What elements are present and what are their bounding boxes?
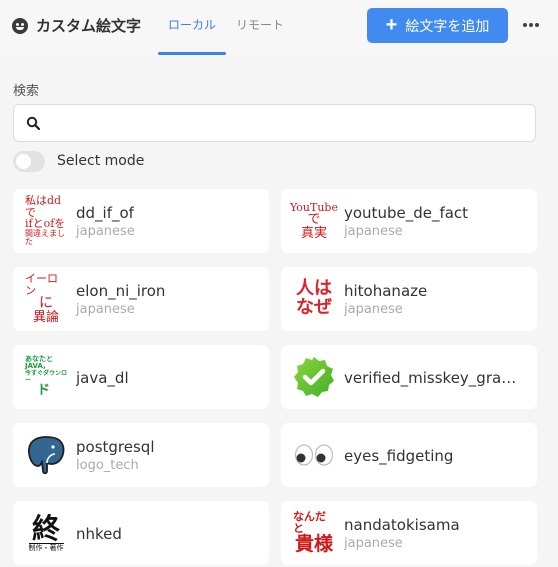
add-emoji-button-label: 絵文字を追加: [405, 17, 490, 34]
emoji-category: japanese: [344, 536, 403, 551]
emoji-name: nandatokisama: [344, 516, 460, 534]
emoji-category: japanese: [344, 302, 403, 317]
emoji-glyph-line: 間違えました: [25, 228, 65, 247]
emoji-card[interactable]: 終 制作・著作 nhked: [13, 501, 269, 565]
emoji-name: youtube_de_fact: [344, 204, 469, 222]
emoji-name: elon_ni_iron: [76, 282, 166, 300]
emoji-glyph-line: なぜ: [296, 297, 332, 318]
emoji-card[interactable]: イーロン に 異論 elon_ni_iron japanese: [13, 267, 269, 331]
emoji-image: YouTube で 真実: [290, 200, 338, 242]
emoji-name: java_dl: [76, 369, 129, 387]
page-title-text: カスタム絵文字: [36, 17, 142, 35]
emoji-category: japanese: [76, 224, 135, 239]
emoji-glyph-line: なんだと: [293, 510, 326, 536]
emoji-category: logo_tech: [76, 458, 139, 473]
emoji-name: hitohanaze: [344, 282, 428, 300]
tab-remote[interactable]: リモート: [236, 16, 284, 33]
search-input[interactable]: [54, 113, 524, 135]
eyes-icon: [294, 444, 334, 466]
emoji-image: [293, 434, 335, 476]
emoji-card[interactable]: postgresql logo_tech: [13, 423, 269, 487]
emoji-card[interactable]: verified_misskey_gradient: [281, 345, 537, 409]
emoji-name: dd_if_of: [76, 204, 134, 222]
emoji-card[interactable]: eyes_fidgeting: [281, 423, 537, 487]
emoji-image: [293, 356, 335, 398]
tab-local[interactable]: ローカル: [168, 16, 216, 33]
plus-icon: +: [385, 13, 398, 36]
emoji-image: なんだと 貴様: [293, 510, 335, 555]
emoji-glyph-line: 制作・著作: [28, 542, 64, 552]
emoji-card[interactable]: 私はddで ifとofを 間違えました dd_if_of japanese: [13, 189, 269, 253]
search-box: [13, 104, 536, 142]
emoji-image: イーロン に 異論: [25, 273, 67, 324]
active-tab-indicator: [158, 52, 226, 55]
header: カスタム絵文字 ローカル リモート + 絵文字を追加: [0, 0, 558, 56]
emoji-image: 私はddで ifとofを 間違えました: [25, 195, 67, 246]
emoji-card[interactable]: YouTube で 真実 youtube_de_fact japanese: [281, 189, 537, 253]
emoji-glyph-line: で: [307, 212, 321, 228]
emoji-glyph-line: イーロン: [25, 272, 58, 297]
emoji-glyph-line: 貴様: [294, 532, 333, 555]
select-mode-label: Select mode: [57, 153, 145, 169]
emoji-glyph-line: ド: [37, 383, 51, 399]
postgresql-elephant-icon: [28, 436, 65, 475]
emoji-glyph-line: 私はddで: [25, 194, 62, 219]
emoji-name: postgresql: [76, 438, 155, 456]
emoji-glyph-line: 真実: [300, 225, 327, 241]
emoji-glyph-line: に: [39, 295, 53, 312]
verified-badge-icon: [294, 357, 334, 397]
page-title: カスタム絵文字: [12, 15, 141, 36]
emoji-name: eyes_fidgeting: [344, 447, 454, 465]
emoji-name: verified_misskey_gradient: [344, 369, 522, 387]
search-icon: [26, 116, 40, 130]
emoji-glyph-line: あなたとJAVA,: [25, 354, 53, 371]
emoji-card[interactable]: あなたとJAVA, 今すぐダウンロー ド java_dl: [13, 345, 269, 409]
search-label: 検索: [13, 84, 40, 99]
smile-icon: [12, 17, 28, 34]
add-emoji-button[interactable]: + 絵文字を追加: [367, 8, 508, 43]
emoji-glyph-line: 異論: [32, 310, 59, 326]
emoji-glyph-line: 終: [31, 511, 60, 545]
emoji-name: nhked: [76, 525, 122, 543]
emoji-card[interactable]: なんだと 貴様 nandatokisama japanese: [281, 501, 537, 565]
emoji-category: japanese: [344, 224, 403, 239]
emoji-image: 終 制作・著作: [25, 512, 67, 554]
emoji-image: [25, 434, 67, 476]
emoji-category: japanese: [76, 302, 135, 317]
select-mode-toggle[interactable]: [13, 151, 45, 172]
emoji-image: 人は なぜ: [293, 278, 335, 320]
emoji-card[interactable]: 人は なぜ hitohanaze japanese: [281, 267, 537, 331]
emoji-image: あなたとJAVA, 今すぐダウンロー ド: [25, 354, 67, 399]
more-options-icon[interactable]: [520, 15, 542, 35]
toggle-knob: [16, 154, 31, 169]
